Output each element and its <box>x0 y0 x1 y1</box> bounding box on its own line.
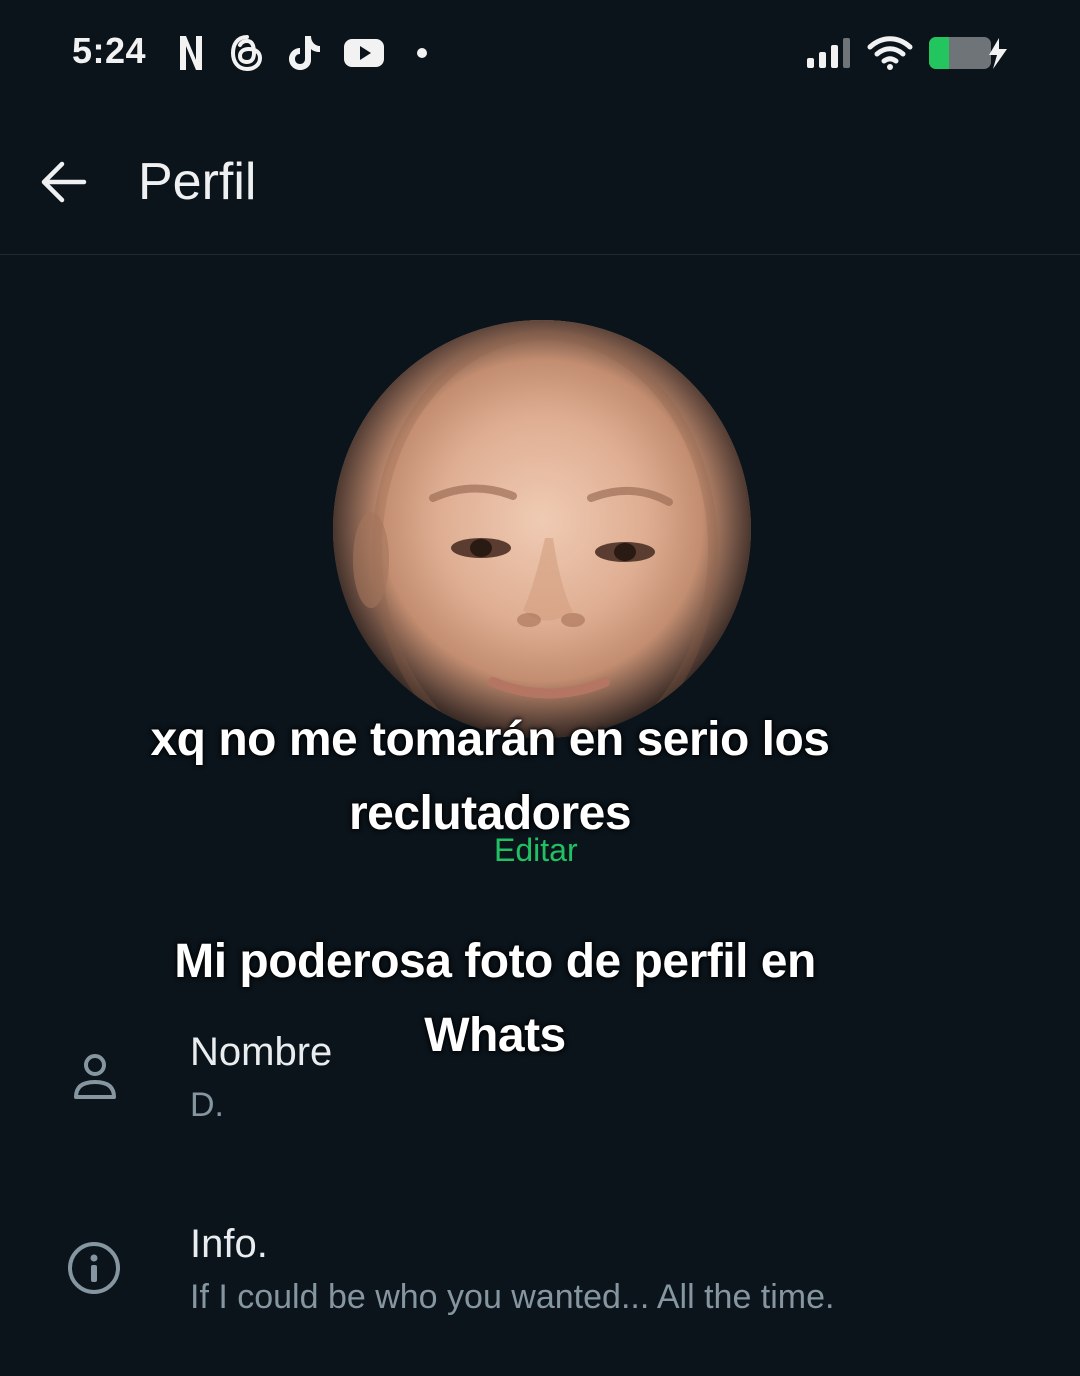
tiktok-icon <box>284 32 324 74</box>
netflix-icon <box>176 32 206 74</box>
status-bar: 5:24 <box>0 0 1080 108</box>
signal-icon <box>804 32 854 74</box>
app-header: Perfil <box>0 108 1080 255</box>
info-icon <box>64 1238 124 1298</box>
name-label: Nombre <box>190 1030 333 1074</box>
person-icon <box>66 1048 124 1108</box>
info-value: If I could be who you wanted... All the … <box>190 1278 835 1316</box>
overlay-caption-line-2: reclutadores <box>348 787 632 840</box>
name-row[interactable]: Nombre D. <box>0 1020 1080 1140</box>
profile-photo[interactable] <box>333 320 751 738</box>
face-photo <box>333 320 751 738</box>
back-button[interactable] <box>30 152 98 212</box>
overlay-caption-line-1: xq no me tomarán en serio los <box>150 713 830 766</box>
arrow-left-icon <box>41 161 87 203</box>
threads-icon <box>228 32 266 74</box>
overlay-caption-line-3: Mi poderosa foto de perfil en <box>174 935 816 988</box>
battery-charging-icon <box>926 32 1012 74</box>
profile-screen: 5:24 Perfil Editar xq no me tomarán en s… <box>0 0 1080 1376</box>
dot-icon <box>414 32 430 74</box>
status-time: 5:24 <box>72 30 147 71</box>
info-label: Info. <box>190 1222 268 1266</box>
page-title: Perfil <box>138 153 257 211</box>
youtube-icon <box>342 32 386 74</box>
wifi-icon <box>866 32 914 74</box>
info-row[interactable]: Info. If I could be who you wanted... Al… <box>0 1214 1080 1334</box>
name-value: D. <box>190 1086 224 1124</box>
